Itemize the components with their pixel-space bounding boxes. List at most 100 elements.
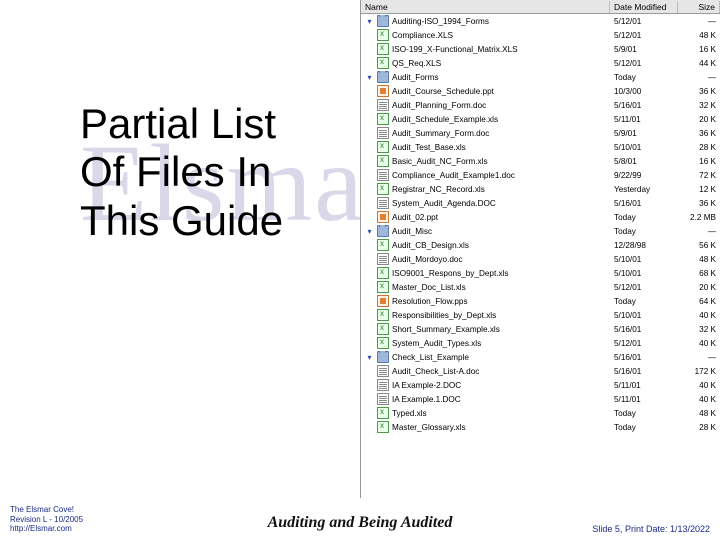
date-cell: 5/12/01 bbox=[610, 283, 678, 292]
folder-name: Check_List_Example bbox=[392, 353, 469, 362]
date-cell: Today bbox=[610, 423, 678, 432]
file-name: Audit_Check_List-A.doc bbox=[392, 367, 479, 376]
size-cell: 48 K bbox=[678, 255, 720, 264]
name-cell: Audit_CB_Design.xls bbox=[361, 239, 610, 251]
file-name: Master_Glossary.xls bbox=[392, 423, 466, 432]
file-row[interactable]: Compliance.XLS5/12/0148 K bbox=[361, 28, 720, 42]
footer-url: http://Elsmar.com bbox=[10, 524, 180, 534]
xls-file-icon bbox=[377, 267, 389, 279]
file-name: System_Audit_Types.xls bbox=[392, 339, 481, 348]
file-row[interactable]: Typed.xlsToday48 K bbox=[361, 406, 720, 420]
column-header-size[interactable]: Size bbox=[678, 1, 720, 13]
date-cell: 5/16/01 bbox=[610, 353, 678, 362]
name-cell: Registrar_NC_Record.xls bbox=[361, 183, 610, 195]
ppt-file-icon bbox=[377, 295, 389, 307]
spacer bbox=[365, 185, 374, 194]
name-cell: Audit_02.ppt bbox=[361, 211, 610, 223]
size-cell: — bbox=[678, 227, 720, 236]
file-name: Short_Summary_Example.xls bbox=[392, 325, 500, 334]
size-cell: — bbox=[678, 73, 720, 82]
folder-name: Audit_Forms bbox=[392, 73, 438, 82]
date-cell: 5/11/01 bbox=[610, 395, 678, 404]
size-cell: 36 K bbox=[678, 129, 720, 138]
file-name: Compliance_Audit_Example1.doc bbox=[392, 171, 515, 180]
disclosure-triangle-icon[interactable]: ▾ bbox=[365, 17, 374, 26]
size-cell: 48 K bbox=[678, 409, 720, 418]
date-cell: 5/12/01 bbox=[610, 339, 678, 348]
spacer bbox=[365, 31, 374, 40]
doc-file-icon bbox=[377, 393, 389, 405]
folder-icon bbox=[377, 225, 389, 237]
file-name: Audit_Schedule_Example.xls bbox=[392, 115, 498, 124]
folder-icon bbox=[377, 15, 389, 27]
spacer bbox=[365, 325, 374, 334]
xls-file-icon bbox=[377, 57, 389, 69]
file-row[interactable]: Master_Glossary.xlsToday28 K bbox=[361, 420, 720, 434]
doc-file-icon bbox=[377, 379, 389, 391]
date-cell: 5/12/01 bbox=[610, 59, 678, 68]
file-row[interactable]: Audit_Check_List-A.doc5/16/01172 K bbox=[361, 364, 720, 378]
spacer bbox=[365, 255, 374, 264]
file-row[interactable]: Audit_Mordoyo.doc5/10/0148 K bbox=[361, 252, 720, 266]
file-name: Registrar_NC_Record.xls bbox=[392, 185, 485, 194]
name-cell: Master_Doc_List.xls bbox=[361, 281, 610, 293]
file-row[interactable]: QS_Req.XLS 5/12/0144 K bbox=[361, 56, 720, 70]
column-header-name[interactable]: Name bbox=[361, 1, 610, 13]
file-row[interactable]: ISO9001_Respons_by_Dept.xls5/10/0168 K bbox=[361, 266, 720, 280]
file-row[interactable]: System_Audit_Agenda.DOC5/16/0136 K bbox=[361, 196, 720, 210]
folder-row[interactable]: ▾Auditing-ISO_1994_Forms5/12/01— bbox=[361, 14, 720, 28]
file-row[interactable]: Basic_Audit_NC_Form.xls5/8/0116 K bbox=[361, 154, 720, 168]
folder-row[interactable]: ▾Check_List_Example5/16/01— bbox=[361, 350, 720, 364]
slide: Elsma Partial List Of Files In This Guid… bbox=[0, 0, 720, 540]
xls-file-icon bbox=[377, 407, 389, 419]
xls-file-icon bbox=[377, 141, 389, 153]
folder-row[interactable]: ▾Audit_FormsToday— bbox=[361, 70, 720, 84]
xls-file-icon bbox=[377, 183, 389, 195]
file-row[interactable]: Audit_Planning_Form.doc5/16/0132 K bbox=[361, 98, 720, 112]
size-cell: 44 K bbox=[678, 59, 720, 68]
footer-slide-info: Slide 5, Print Date: 1/13/2022 bbox=[540, 524, 710, 534]
file-row[interactable]: Audit_Test_Base.xls5/10/0128 K bbox=[361, 140, 720, 154]
file-row[interactable]: Audit_Summary_Form.doc5/9/0136 K bbox=[361, 126, 720, 140]
date-cell: 5/16/01 bbox=[610, 199, 678, 208]
disclosure-triangle-icon[interactable]: ▾ bbox=[365, 227, 374, 236]
column-header-date[interactable]: Date Modified bbox=[610, 1, 678, 13]
file-row[interactable]: Audit_Course_Schedule.ppt10/3/0036 K bbox=[361, 84, 720, 98]
date-cell: Today bbox=[610, 409, 678, 418]
xls-file-icon bbox=[377, 113, 389, 125]
file-row[interactable]: Resolution_Flow.ppsToday64 K bbox=[361, 294, 720, 308]
date-cell: Today bbox=[610, 297, 678, 306]
file-row[interactable]: IA Example-2.DOC5/11/0140 K bbox=[361, 378, 720, 392]
doc-file-icon bbox=[377, 253, 389, 265]
column-header-row: Name Date Modified Size bbox=[361, 0, 720, 14]
file-row[interactable]: Registrar_NC_Record.xlsYesterday12 K bbox=[361, 182, 720, 196]
file-row[interactable]: Audit_02.pptToday2.2 MB bbox=[361, 210, 720, 224]
file-row[interactable]: Audit_CB_Design.xls12/28/9856 K bbox=[361, 238, 720, 252]
file-row[interactable]: Responsibilities_by_Dept.xls5/10/0140 K bbox=[361, 308, 720, 322]
file-name: QS_Req.XLS bbox=[392, 59, 441, 68]
name-cell: IA Example-2.DOC bbox=[361, 379, 610, 391]
spacer bbox=[365, 101, 374, 110]
size-cell: 40 K bbox=[678, 395, 720, 404]
file-row[interactable]: Master_Doc_List.xls5/12/0120 K bbox=[361, 280, 720, 294]
size-cell: 40 K bbox=[678, 311, 720, 320]
file-row[interactable]: Audit_Schedule_Example.xls5/11/0120 K bbox=[361, 112, 720, 126]
folder-row[interactable]: ▾Audit_MiscToday— bbox=[361, 224, 720, 238]
name-cell: Basic_Audit_NC_Form.xls bbox=[361, 155, 610, 167]
disclosure-triangle-icon[interactable]: ▾ bbox=[365, 353, 374, 362]
name-cell: Responsibilities_by_Dept.xls bbox=[361, 309, 610, 321]
file-row[interactable]: ISO-199_X-Functional_Matrix.XLS5/9/0116 … bbox=[361, 42, 720, 56]
size-cell: 172 K bbox=[678, 367, 720, 376]
date-cell: 5/11/01 bbox=[610, 381, 678, 390]
file-row[interactable]: IA Example.1.DOC5/11/0140 K bbox=[361, 392, 720, 406]
file-name: Audit_CB_Design.xls bbox=[392, 241, 469, 250]
date-cell: 5/16/01 bbox=[610, 325, 678, 334]
size-cell: 28 K bbox=[678, 143, 720, 152]
xls-file-icon bbox=[377, 155, 389, 167]
name-cell: ▾ Check_List_Example bbox=[361, 351, 610, 363]
disclosure-triangle-icon[interactable]: ▾ bbox=[365, 73, 374, 82]
file-row[interactable]: Compliance_Audit_Example1.doc9/22/9972 K bbox=[361, 168, 720, 182]
file-row[interactable]: System_Audit_Types.xls5/12/0140 K bbox=[361, 336, 720, 350]
file-row[interactable]: Short_Summary_Example.xls5/16/0132 K bbox=[361, 322, 720, 336]
size-cell: 36 K bbox=[678, 87, 720, 96]
